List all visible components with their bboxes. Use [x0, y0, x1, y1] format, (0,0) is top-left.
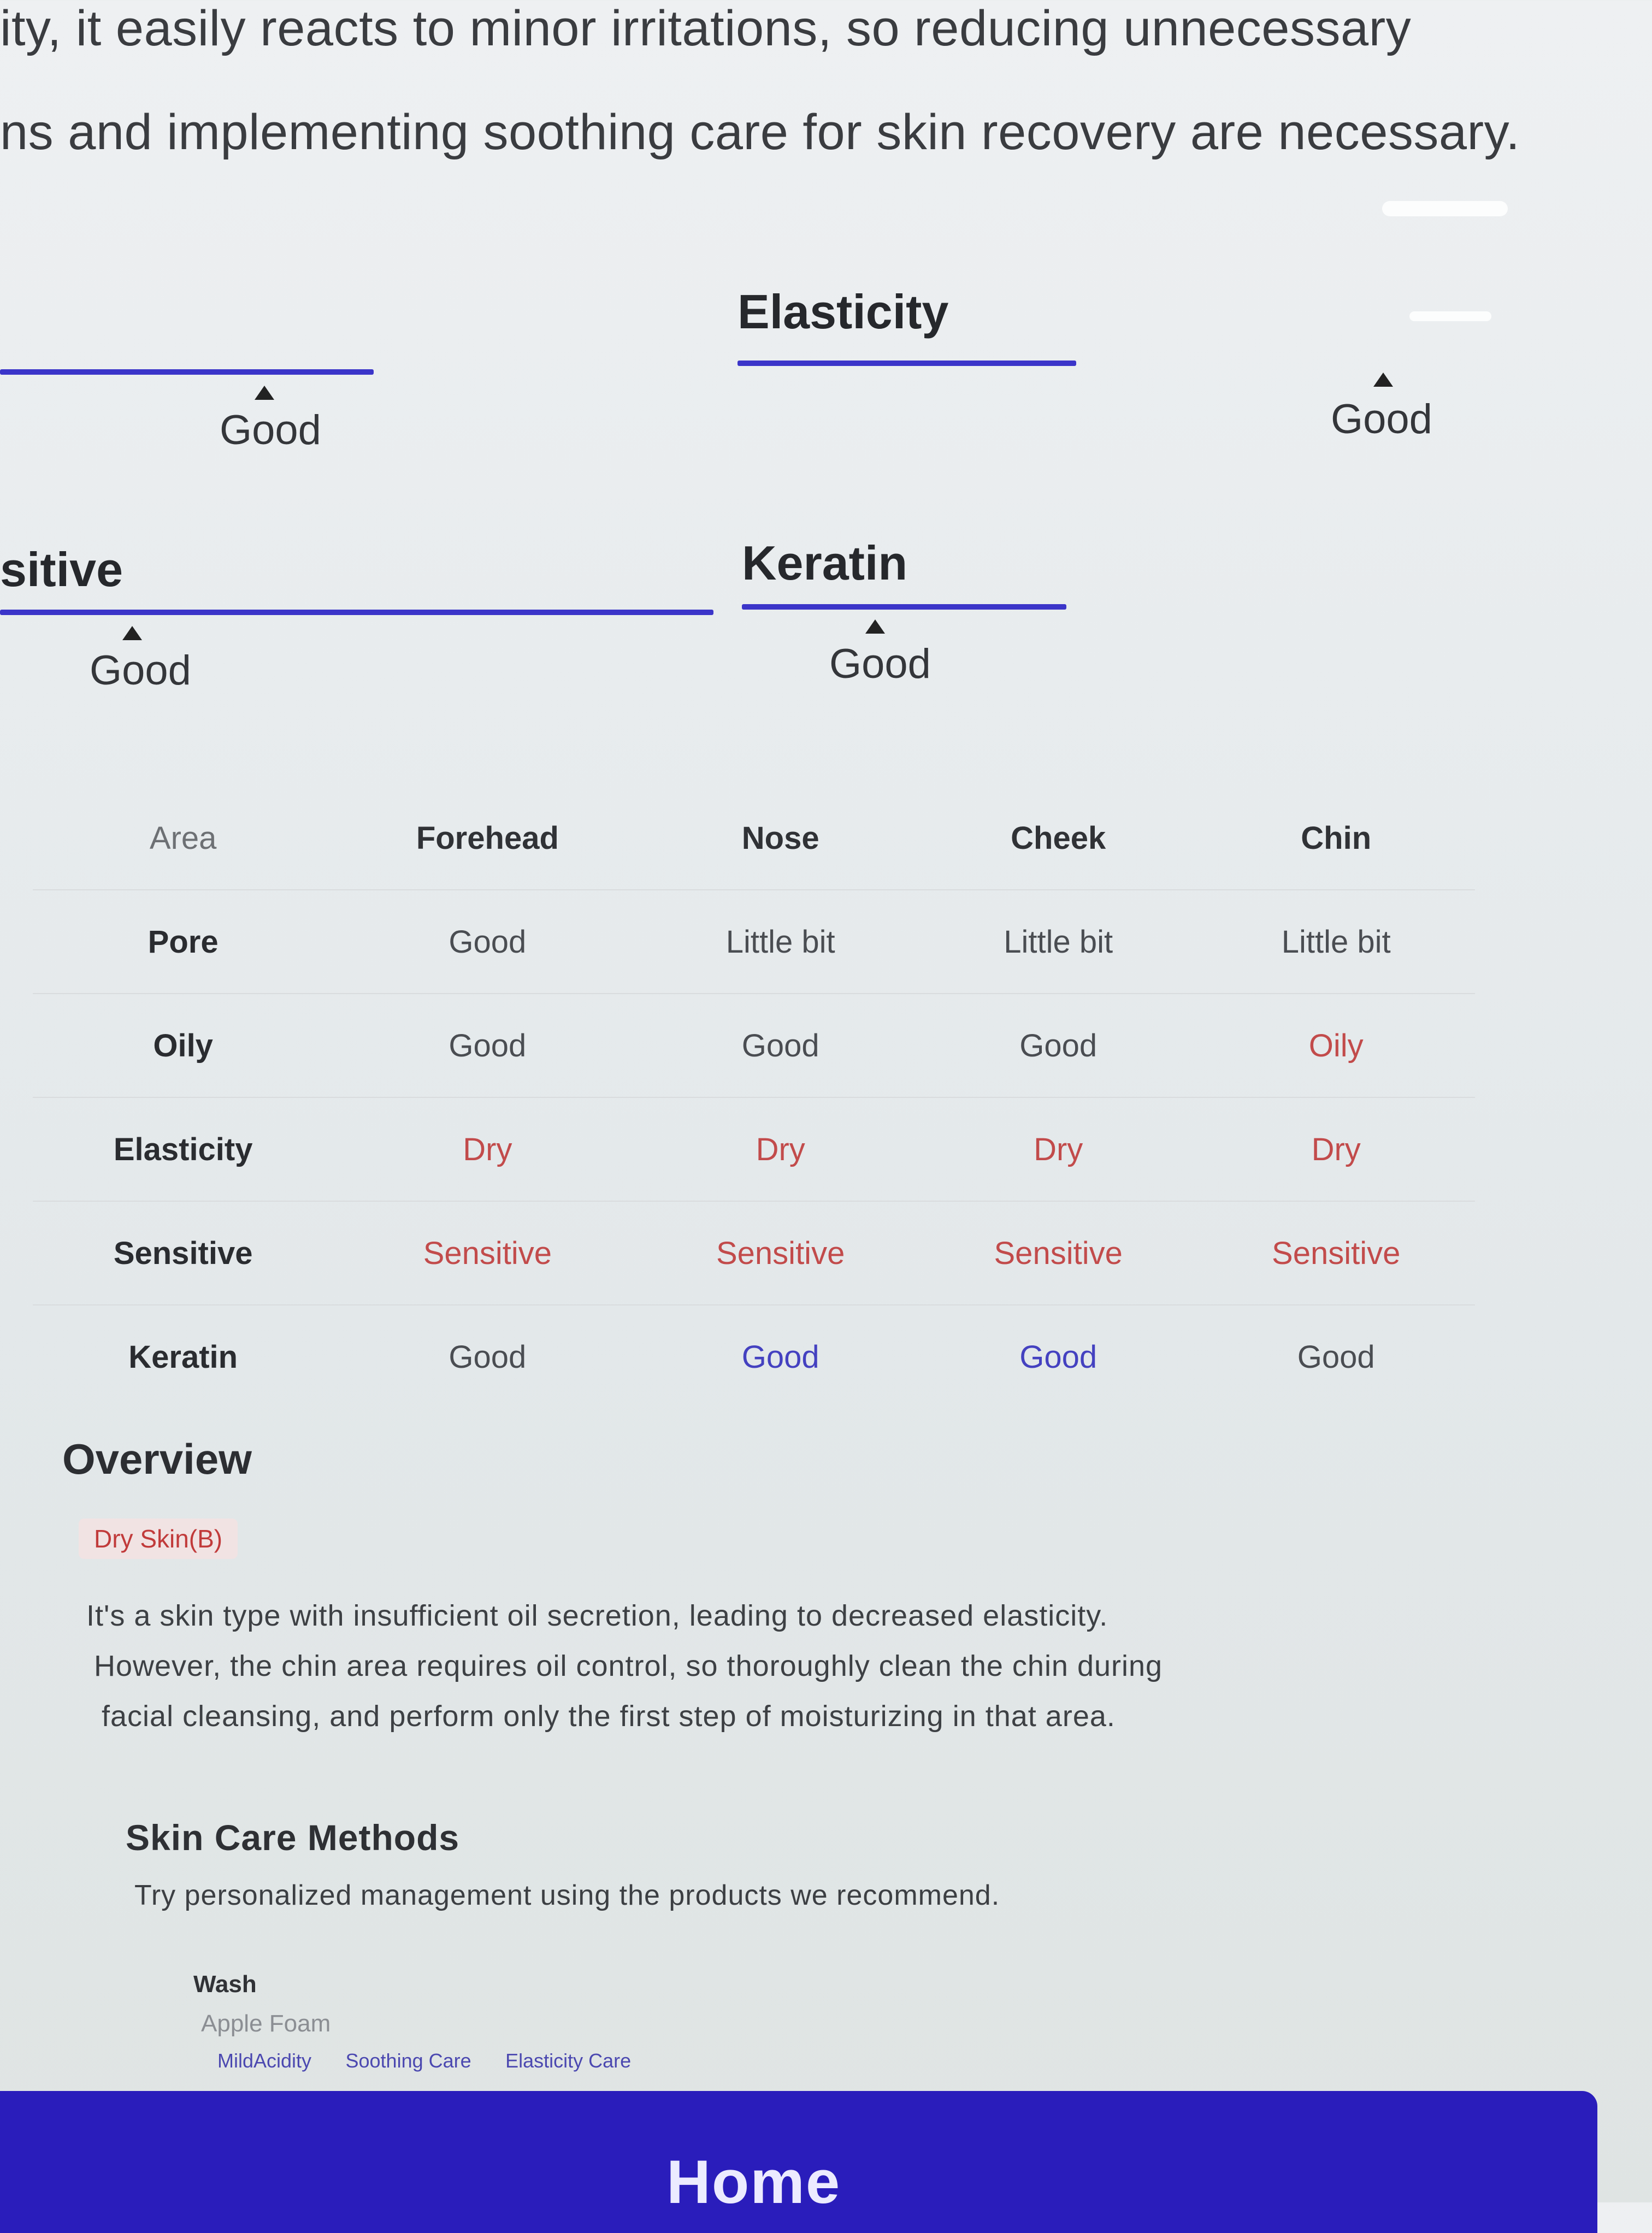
table-cell: Good: [1197, 1304, 1475, 1408]
intro-line-2: ns and implementing soothing care for sk…: [0, 104, 1520, 160]
skin-care-title: Skin Care Methods: [126, 1817, 460, 1858]
table-cell: Good: [919, 993, 1197, 1097]
overview-text-line-3: facial cleansing, and perform only the f…: [102, 1700, 1116, 1733]
overview-text-line-1: It's a skin type with insufficient oil s…: [86, 1599, 1108, 1632]
table-cell: Good: [641, 1304, 919, 1408]
product-category: Wash: [193, 1971, 257, 1998]
intro-line-1: ity, it easily reacts to minor irritatio…: [0, 1, 1412, 56]
product-tags: MildAcidity Soothing Care Elasticity Car…: [217, 2049, 663, 2072]
skin-care-subtitle: Try personalized management using the pr…: [134, 1880, 1000, 1911]
product-card-wash[interactable]: Wash Apple Foam MildAcidity Soothing Car…: [193, 1971, 663, 2072]
area-results-table: Area Forehead Nose Cheek Chin Pore Good …: [33, 787, 1475, 1408]
overview-title: Overview: [62, 1435, 252, 1483]
product-name: Apple Foam: [201, 2010, 331, 2037]
row-label: Keratin: [33, 1304, 334, 1408]
table-row: Pore Good Little bit Little bit Little b…: [33, 889, 1475, 994]
table-cell: Little bit: [1197, 889, 1475, 994]
table-header: Chin: [1301, 820, 1372, 856]
table-row: Sensitive Sensitive Sensitive Sensitive …: [33, 1201, 1475, 1305]
metric-grade-sensitive: Good: [90, 647, 191, 694]
grade-marker-icon: [865, 619, 885, 634]
table-cell: Dry: [919, 1097, 1197, 1201]
table-cell: Sensitive: [333, 1201, 642, 1305]
grade-marker-icon: [122, 626, 142, 640]
home-button-label: Home: [666, 2148, 841, 2216]
row-label: Oily: [33, 993, 334, 1097]
table-header-row: Area Forehead Nose Cheek Chin: [33, 787, 1475, 890]
metric-title-sensitive: sitive: [0, 542, 123, 596]
skin-type-badge: Dry Skin(B): [79, 1519, 238, 1559]
table-cell: Little bit: [641, 889, 919, 994]
product-tag: Elasticity Care: [505, 2049, 632, 2072]
table-cell: Sensitive: [919, 1201, 1197, 1305]
table-cell: Dry: [641, 1097, 919, 1201]
table-header: Nose: [741, 820, 819, 856]
table-cell: Good: [333, 993, 642, 1097]
metric-underline-elasticity: [738, 361, 1076, 366]
table-header: Cheek: [1011, 820, 1106, 856]
table-cell: Dry: [333, 1097, 642, 1201]
metric-underline-sensitive: [0, 610, 713, 615]
metric-grade-elasticity: Good: [1331, 396, 1432, 442]
product-tag: Soothing Care: [345, 2049, 471, 2072]
table-header: Area: [149, 820, 217, 856]
table-cell: Good: [641, 993, 919, 1097]
metric-grade-keratin: Good: [829, 641, 931, 687]
table-cell: Oily: [1197, 993, 1475, 1097]
table-row: Keratin Good Good Good Good: [33, 1304, 1475, 1408]
table-cell: Dry: [1197, 1097, 1475, 1201]
table-cell: Good: [333, 889, 642, 994]
row-label: Pore: [33, 889, 334, 994]
table-cell: Good: [333, 1304, 642, 1408]
table-header: Forehead: [416, 820, 559, 856]
metric-underline-top-left: [0, 369, 374, 375]
product-tag: MildAcidity: [217, 2049, 312, 2072]
overview-text-line-2: However, the chin area requires oil cont…: [94, 1650, 1163, 1682]
table-cell: Sensitive: [641, 1201, 919, 1305]
table-row: Elasticity Dry Dry Dry Dry: [33, 1097, 1475, 1201]
row-label: Sensitive: [33, 1201, 334, 1305]
table-cell: Little bit: [919, 889, 1197, 994]
metric-grade-top-left: Good: [220, 407, 321, 453]
row-label: Elasticity: [33, 1097, 334, 1201]
table-row: Oily Good Good Good Oily: [33, 993, 1475, 1097]
grade-marker-icon: [1373, 373, 1393, 387]
metric-title-keratin: Keratin: [742, 536, 908, 590]
table-cell: Good: [919, 1304, 1197, 1408]
metric-title-elasticity: Elasticity: [738, 285, 949, 339]
metric-underline-keratin: [742, 604, 1066, 610]
table-cell: Sensitive: [1197, 1201, 1475, 1305]
grade-marker-icon: [255, 386, 274, 400]
